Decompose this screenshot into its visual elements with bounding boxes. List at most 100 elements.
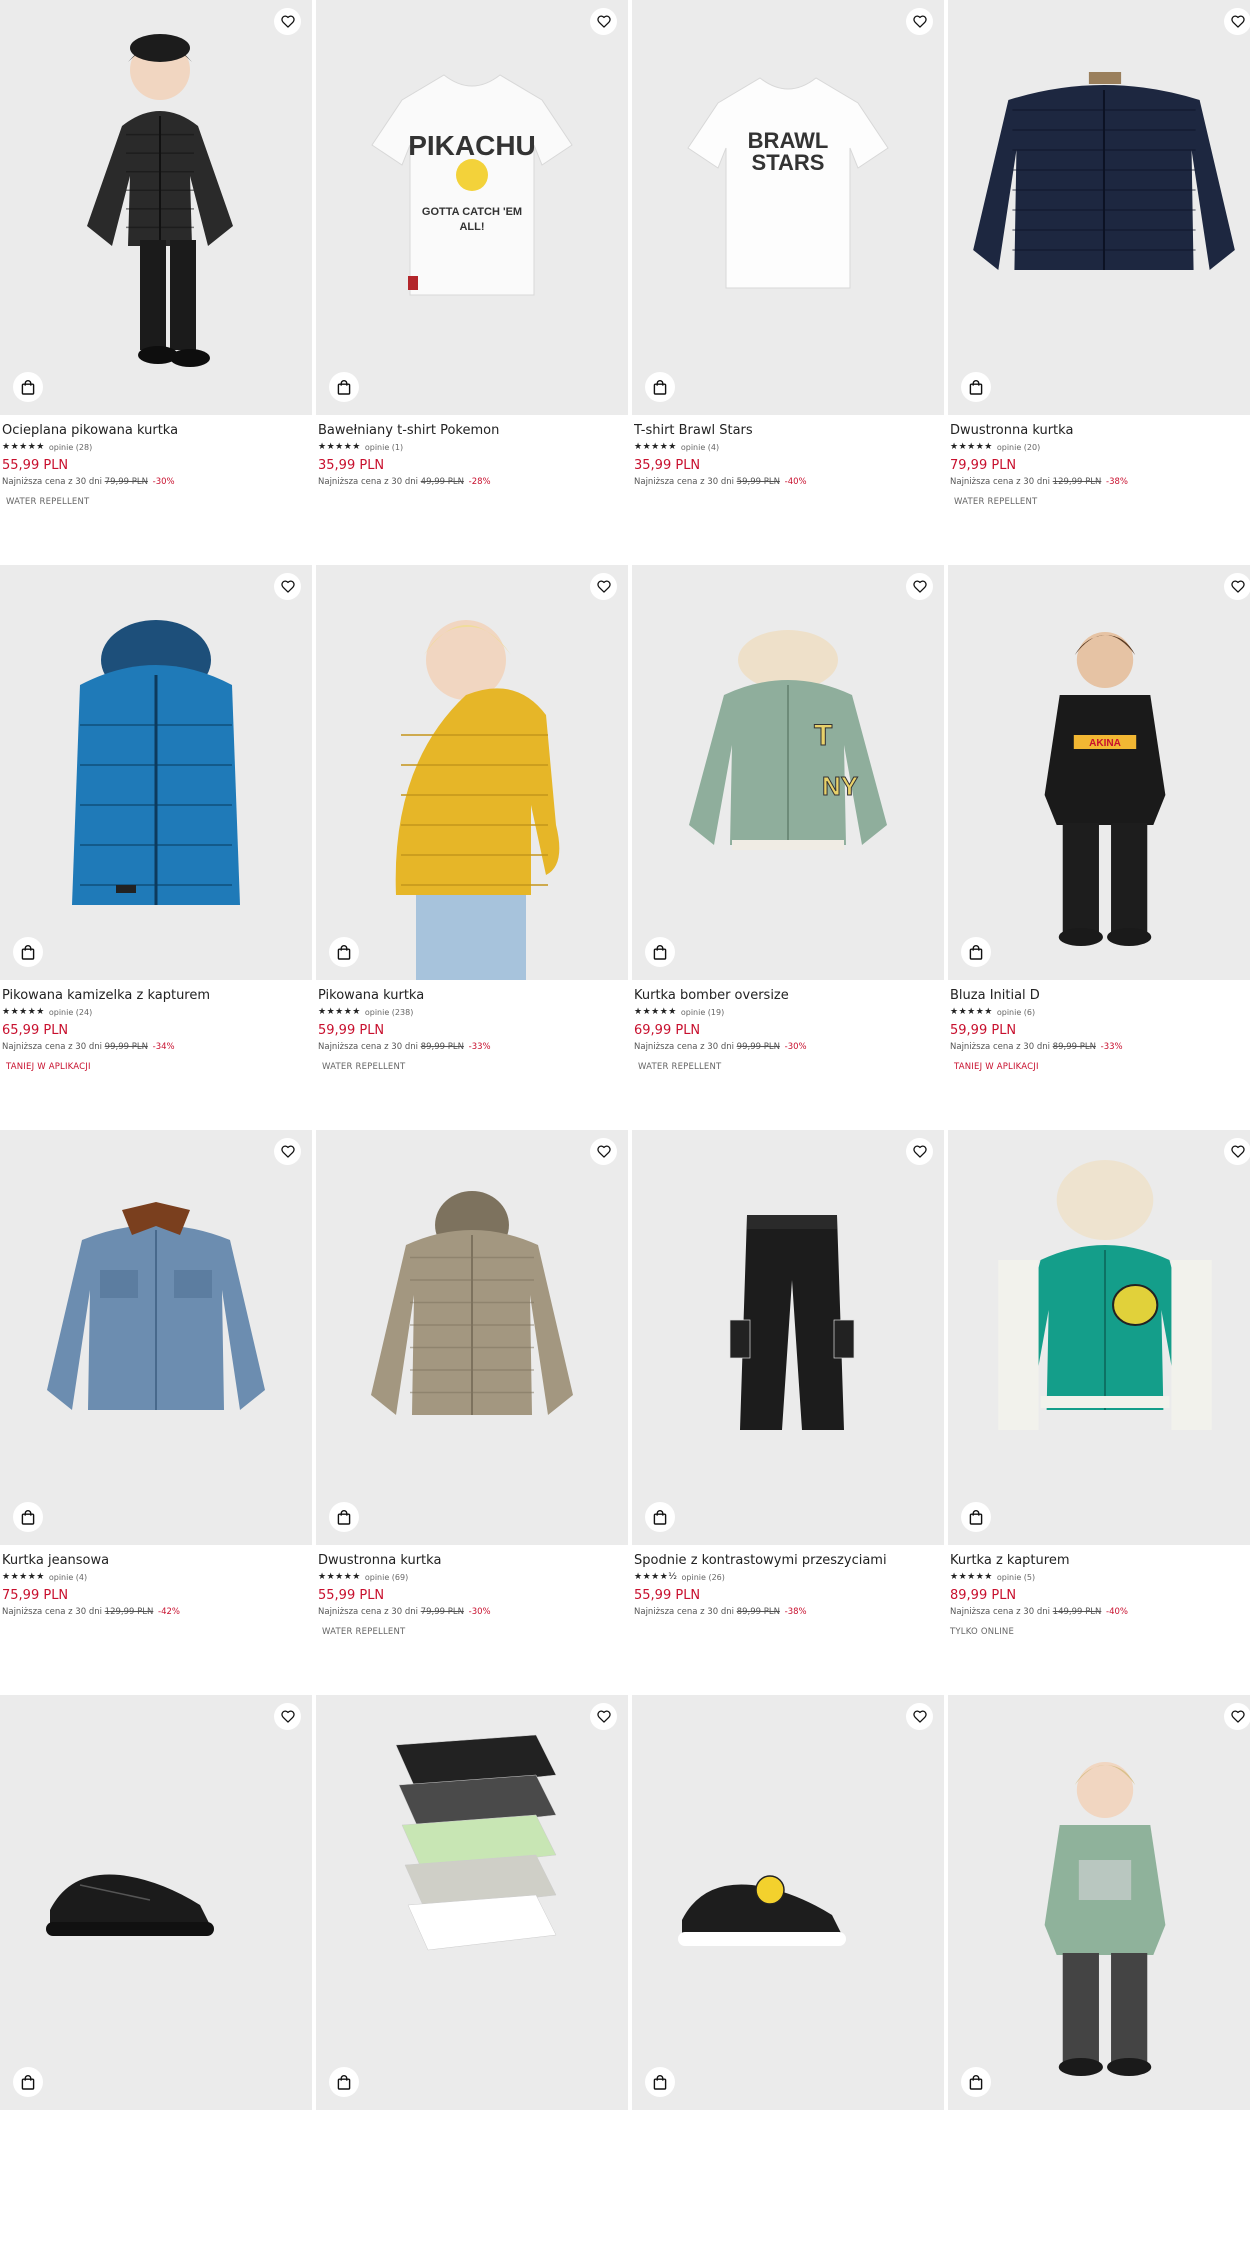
product-price: 59,99 PLN	[318, 1023, 385, 1038]
product-info: Kurtka jeansowa ★★★★★ opinie (4) 75,99 P…	[0, 1545, 312, 1617]
product-image[interactable]	[316, 1695, 628, 2110]
product-image[interactable]: BRAWL STARS	[632, 0, 944, 415]
add-to-cart-button[interactable]	[961, 1502, 991, 1532]
favorite-button[interactable]	[1224, 1703, 1250, 1730]
favorite-button[interactable]	[906, 8, 933, 35]
product-card-10[interactable]: Dwustronna kurtka ★★★★★ opinie (69) 55,9…	[316, 1130, 628, 1695]
product-info: Bluza Initial D ★★★★★ opinie (6) 59,99 P…	[948, 980, 1250, 1072]
review-count[interactable]: opinie (4)	[681, 443, 719, 452]
favorite-button[interactable]	[274, 8, 301, 35]
review-count[interactable]: opinie (238)	[365, 1008, 413, 1017]
favorite-button[interactable]	[1224, 8, 1250, 35]
favorite-button[interactable]	[590, 8, 617, 35]
favorite-button[interactable]	[1224, 573, 1250, 600]
heart-outline-icon	[596, 15, 611, 28]
product-image[interactable]	[948, 1695, 1250, 2110]
product-image[interactable]	[316, 565, 628, 980]
product-name[interactable]: Dwustronna kurtka	[318, 1552, 626, 1569]
product-image[interactable]	[0, 1130, 312, 1545]
product-name[interactable]: Kurtka jeansowa	[2, 1552, 310, 1569]
add-to-cart-button[interactable]	[961, 372, 991, 402]
product-image[interactable]	[0, 0, 312, 415]
product-name[interactable]: Pikowana kamizelka z kapturem	[2, 987, 310, 1004]
add-to-cart-button[interactable]	[961, 937, 991, 967]
shopping-bag-icon	[337, 380, 351, 395]
add-to-cart-button[interactable]	[645, 937, 675, 967]
review-count[interactable]: opinie (24)	[49, 1008, 92, 1017]
review-count[interactable]: opinie (4)	[49, 1573, 87, 1582]
product-image[interactable]: PIKACHU GOTTA CATCH 'EM ALL!	[316, 0, 628, 415]
favorite-button[interactable]	[1224, 1138, 1250, 1165]
product-card-6[interactable]: Pikowana kurtka ★★★★★ opinie (238) 59,99…	[316, 565, 628, 1130]
product-card-11[interactable]: Spodnie z kontrastowymi przeszyciami ★★★…	[632, 1130, 944, 1695]
product-name[interactable]: Spodnie z kontrastowymi przeszyciami	[634, 1552, 942, 1569]
product-image[interactable]	[948, 1130, 1250, 1545]
review-count[interactable]: opinie (26)	[682, 1573, 725, 1582]
favorite-button[interactable]	[274, 1703, 301, 1730]
review-count[interactable]: opinie (1)	[365, 443, 403, 452]
add-to-cart-button[interactable]	[645, 372, 675, 402]
product-card-1[interactable]: Ocieplana pikowana kurtka ★★★★★ opinie (…	[0, 0, 312, 565]
review-count[interactable]: opinie (69)	[365, 1573, 408, 1582]
favorite-button[interactable]	[906, 573, 933, 600]
review-count[interactable]: opinie (6)	[997, 1008, 1035, 1017]
product-name[interactable]: Kurtka z kapturem	[950, 1552, 1250, 1569]
product-name[interactable]: T-shirt Brawl Stars	[634, 422, 942, 439]
add-to-cart-button[interactable]	[13, 2067, 43, 2097]
product-name[interactable]: Bawełniany t-shirt Pokemon	[318, 422, 626, 439]
lowest-price-info: Najniższa cena z 30 dni 89,99 PLN -38%	[634, 1607, 942, 1617]
add-to-cart-button[interactable]	[645, 1502, 675, 1532]
product-name[interactable]: Dwustronna kurtka	[950, 422, 1250, 439]
add-to-cart-button[interactable]	[329, 1502, 359, 1532]
product-name[interactable]: Ocieplana pikowana kurtka	[2, 422, 310, 439]
product-card-12[interactable]: Kurtka z kapturem ★★★★★ opinie (5) 89,99…	[948, 1130, 1250, 1695]
product-card-14[interactable]	[316, 1695, 628, 2260]
product-name[interactable]: Kurtka bomber oversize	[634, 987, 942, 1004]
favorite-button[interactable]	[590, 1703, 617, 1730]
product-image[interactable]	[316, 1130, 628, 1545]
add-to-cart-button[interactable]	[13, 372, 43, 402]
product-card-7[interactable]: T NY Kurtka bomber oversize ★★★★★ opinie …	[632, 565, 944, 1130]
discount-percent: -40%	[1106, 1607, 1129, 1617]
product-image[interactable]	[632, 1695, 944, 2110]
add-to-cart-button[interactable]	[329, 937, 359, 967]
product-rating: ★★★★★ opinie (4)	[634, 441, 942, 453]
product-image[interactable]	[0, 1695, 312, 2110]
product-card-9[interactable]: Kurtka jeansowa ★★★★★ opinie (4) 75,99 P…	[0, 1130, 312, 1695]
favorite-button[interactable]	[906, 1703, 933, 1730]
product-rating: ★★★★★ opinie (19)	[634, 1006, 942, 1018]
favorite-button[interactable]	[274, 573, 301, 600]
product-name[interactable]: Pikowana kurtka	[318, 987, 626, 1004]
add-to-cart-button[interactable]	[13, 937, 43, 967]
review-count[interactable]: opinie (28)	[49, 443, 92, 452]
product-info: Pikowana kamizelka z kapturem ★★★★★ opin…	[0, 980, 312, 1072]
product-grid: Ocieplana pikowana kurtka ★★★★★ opinie (…	[0, 0, 1250, 2110]
product-card-15[interactable]	[632, 1695, 944, 2260]
favorite-button[interactable]	[590, 573, 617, 600]
favorite-button[interactable]	[590, 1138, 617, 1165]
review-count[interactable]: opinie (20)	[997, 443, 1040, 452]
add-to-cart-button[interactable]	[329, 2067, 359, 2097]
add-to-cart-button[interactable]	[13, 1502, 43, 1532]
product-name[interactable]: Bluza Initial D	[950, 987, 1250, 1004]
favorite-button[interactable]	[274, 1138, 301, 1165]
product-card-8[interactable]: AKINA Bluza Initial D ★★★★★ opinie (6) 5…	[948, 565, 1250, 1130]
review-count[interactable]: opinie (5)	[997, 1573, 1035, 1582]
product-image[interactable]	[0, 565, 312, 980]
product-card-16[interactable]	[948, 1695, 1250, 2260]
product-card-3[interactable]: BRAWL STARS T-shirt Brawl Stars ★★★★★ opi…	[632, 0, 944, 565]
product-image[interactable]: AKINA	[948, 565, 1250, 980]
product-card-2[interactable]: PIKACHU GOTTA CATCH 'EM ALL! Bawełniany t-…	[316, 0, 628, 565]
favorite-button[interactable]	[906, 1138, 933, 1165]
add-to-cart-button[interactable]	[645, 2067, 675, 2097]
product-card-13[interactable]	[0, 1695, 312, 2260]
add-to-cart-button[interactable]	[329, 372, 359, 402]
old-price: 89,99 PLN	[420, 1042, 464, 1052]
product-image[interactable]	[948, 0, 1250, 415]
product-image[interactable]	[632, 1130, 944, 1545]
add-to-cart-button[interactable]	[961, 2067, 991, 2097]
product-card-5[interactable]: Pikowana kamizelka z kapturem ★★★★★ opin…	[0, 565, 312, 1130]
product-image[interactable]: T NY	[632, 565, 944, 980]
product-card-4[interactable]: Dwustronna kurtka ★★★★★ opinie (20) 79,9…	[948, 0, 1250, 565]
review-count[interactable]: opinie (19)	[681, 1008, 724, 1017]
